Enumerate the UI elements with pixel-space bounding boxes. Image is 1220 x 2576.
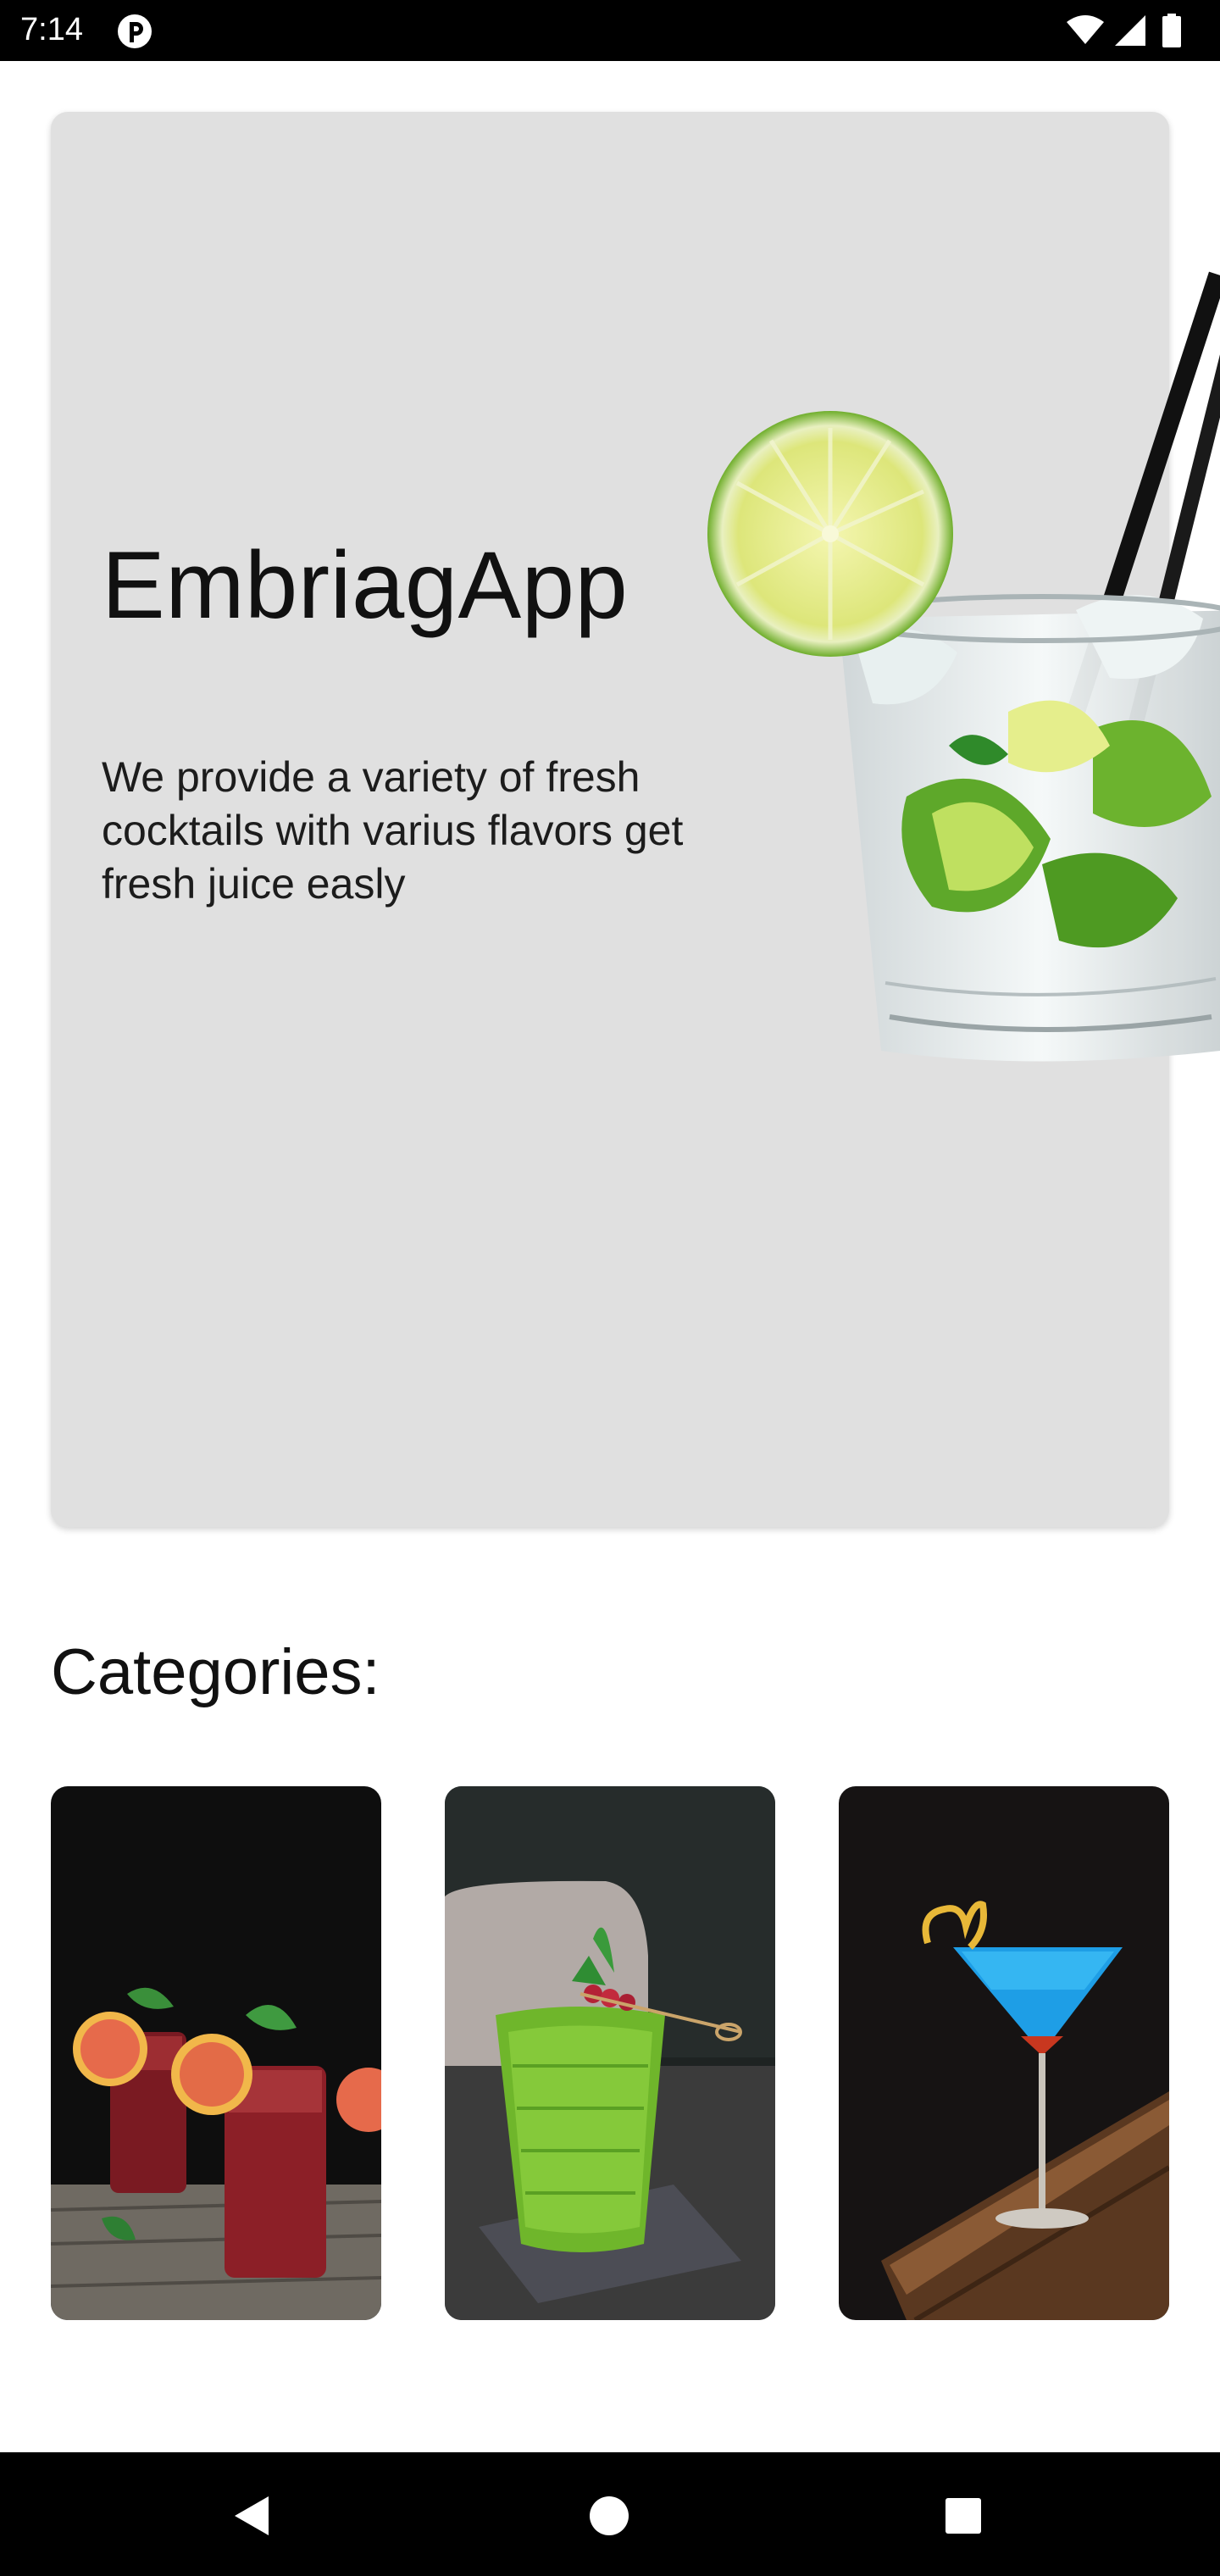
category-card-red-cocktails[interactable] bbox=[51, 1786, 381, 2320]
status-icons bbox=[1066, 14, 1201, 47]
recents-icon[interactable] bbox=[934, 2486, 993, 2545]
back-icon[interactable] bbox=[225, 2486, 284, 2545]
battery-icon bbox=[1162, 14, 1181, 47]
categories-title: Categories: bbox=[51, 1636, 380, 1708]
status-bar: 7:14 bbox=[0, 0, 1220, 61]
hero-title: EmbriagApp bbox=[102, 532, 629, 638]
signal-icon bbox=[1115, 15, 1145, 46]
lime-cocktail-glass-image bbox=[707, 271, 1220, 1062]
status-time: 7:14 bbox=[20, 12, 83, 47]
wifi-icon bbox=[1067, 15, 1104, 44]
category-card-blue-martini[interactable] bbox=[839, 1786, 1169, 2320]
app-notification-icon bbox=[118, 14, 152, 48]
category-card-green-cocktail[interactable] bbox=[445, 1786, 775, 2320]
green-cocktail-image bbox=[445, 1786, 775, 2320]
red-fruit-cocktails-image bbox=[51, 1786, 381, 2320]
blue-martini-image bbox=[839, 1786, 1169, 2320]
navigation-bar bbox=[0, 2452, 1220, 2576]
home-icon[interactable] bbox=[580, 2486, 639, 2545]
